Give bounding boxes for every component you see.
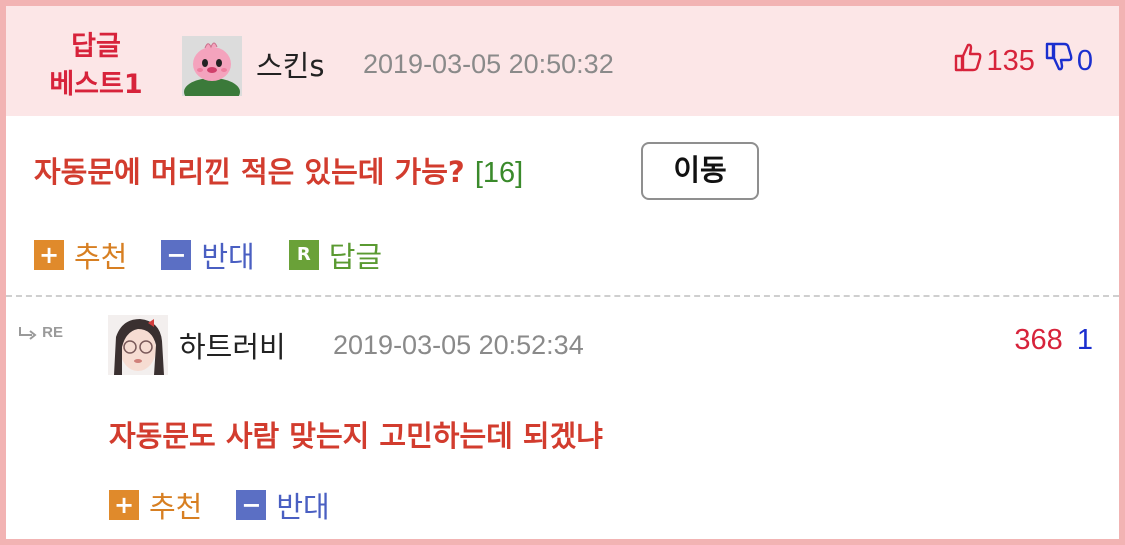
comment-actions: + 추천 − 반대 R 답글 [34, 234, 416, 276]
best-badge-line2: 베스트1 [49, 69, 143, 100]
vote-summary: 368 1 [1014, 324, 1093, 357]
oppose-button[interactable]: − 반대 [161, 234, 255, 276]
recommend-button[interactable]: + 추천 [34, 234, 127, 276]
comment-date: 2019-03-05 20:52:34 [333, 330, 584, 360]
best-reply-badge: 답글 베스트1 [36, 28, 156, 104]
character-avatar-icon [182, 36, 242, 96]
author-name[interactable]: 하트러비 [179, 324, 286, 366]
recommend-label: 추천 [74, 240, 128, 274]
recommend-label: 추천 [149, 490, 203, 524]
downvote-count: 1 [1076, 324, 1093, 356]
comment-date: 2019-03-05 20:50:32 [363, 49, 614, 79]
upvote-count: 135 [986, 44, 1035, 77]
reply-marker: RE [18, 324, 63, 341]
minus-icon: − [161, 240, 192, 270]
minus-icon: − [236, 490, 267, 520]
comment-body: 자동문에 머리낀 적은 있는데 가능? [34, 155, 465, 189]
thumbs-down-icon[interactable] [1045, 42, 1073, 80]
comment-panel: 답글 베스트1 스킨s 2019-03-05 20:50:32 135 0 자동… [0, 0, 1125, 545]
comment-text: 자동문에 머리낀 적은 있는데 가능? [16] [34, 149, 523, 191]
thumbs-up-icon[interactable] [954, 42, 982, 80]
re-label: RE [42, 324, 64, 341]
reply-arrow-icon [19, 327, 37, 340]
best-comment-header: 답글 베스트1 스킨s 2019-03-05 20:50:32 135 0 [6, 6, 1119, 116]
move-button[interactable]: 이동 [641, 142, 759, 200]
avatar[interactable] [182, 36, 242, 96]
reply-body: 자동문도 사람 맞는지 고민하는데 되겠냐 [109, 419, 603, 453]
reply-button[interactable]: R 답글 [288, 234, 383, 276]
profile-photo-icon [108, 315, 168, 375]
plus-icon: + [34, 240, 64, 270]
oppose-label: 반대 [276, 490, 330, 524]
author-name[interactable]: 스킨s [256, 43, 324, 85]
downvote-count: 0 [1076, 44, 1093, 77]
best-badge-line1: 답글 [71, 31, 121, 62]
recommend-button[interactable]: + 추천 [109, 484, 202, 526]
avatar[interactable] [108, 315, 168, 375]
oppose-button[interactable]: − 반대 [236, 484, 330, 526]
vote-summary: 135 0 [954, 42, 1093, 80]
divider [6, 295, 1119, 297]
reply-count[interactable]: [16] [475, 157, 523, 189]
plus-icon: + [109, 490, 139, 520]
reply-actions: + 추천 − 반대 [109, 484, 364, 526]
reply-label: 답글 [328, 240, 383, 274]
upvote-count: 368 [1014, 324, 1063, 356]
oppose-label: 반대 [201, 240, 255, 274]
reply-r-icon: R [288, 240, 319, 270]
